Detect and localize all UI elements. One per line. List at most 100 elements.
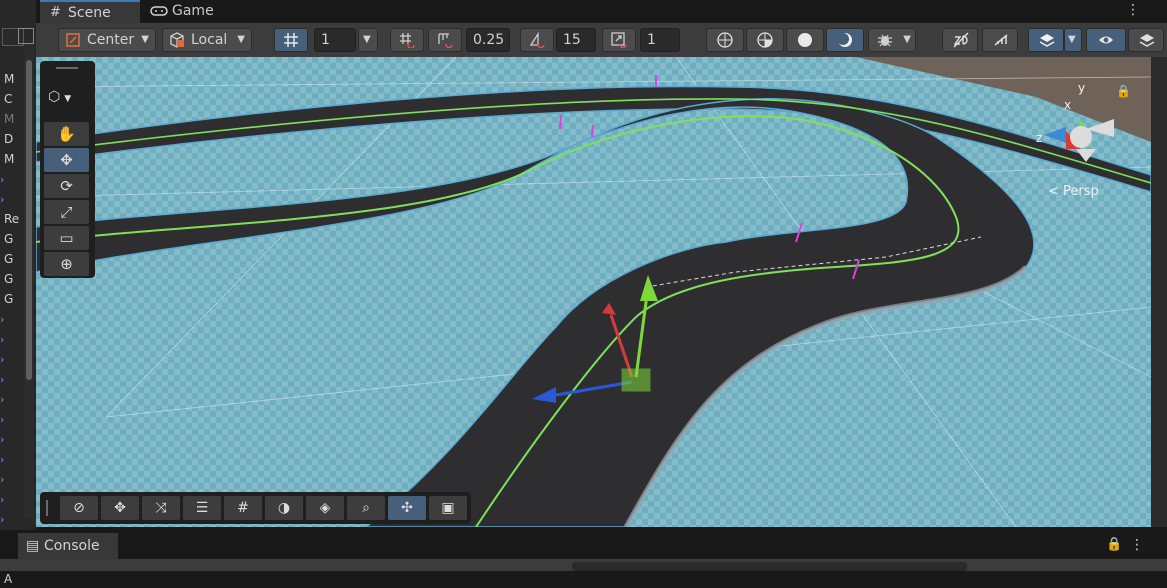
hierarchy-item[interactable]: Re <box>0 210 24 228</box>
rotate-tool-button[interactable]: ⟳ <box>44 174 89 198</box>
chevron-right-icon[interactable]: › <box>0 433 4 446</box>
spline-knot-button[interactable]: ✣ <box>388 496 426 520</box>
console-tab-bar: 🔒 ⋮ <box>0 533 1167 559</box>
spline-layers-button[interactable]: ◈ <box>306 496 344 520</box>
scene-visibility-toggle[interactable] <box>1086 28 1126 52</box>
overlay-drag-handle[interactable] <box>46 500 48 516</box>
hierarchy-item[interactable]: G <box>0 230 24 248</box>
increment-snap-toggle[interactable] <box>390 28 424 52</box>
chevron-right-icon[interactable]: › <box>0 453 4 466</box>
hierarchy-item[interactable]: M <box>0 150 24 168</box>
shaded-mode-button[interactable] <box>786 28 824 52</box>
unlit-mode-button[interactable] <box>826 28 864 52</box>
arrow-left-icon: < <box>1048 184 1064 199</box>
transform-tool-button[interactable]: ⊕ <box>44 252 89 276</box>
hierarchy-item[interactable]: D <box>0 130 24 148</box>
scene-viewport[interactable]: y x z 🔒 <box>36 57 1151 527</box>
hierarchy-item[interactable]: › <box>0 370 24 388</box>
hierarchy-item[interactable]: › <box>0 390 24 408</box>
spline-shading-button[interactable]: ◑ <box>265 496 303 520</box>
hierarchy-item-label: M <box>4 72 15 86</box>
spline-search-button[interactable]: ⌕ <box>347 496 385 520</box>
hierarchy-item[interactable]: M <box>0 110 24 128</box>
scene-scrollbar[interactable] <box>1151 57 1167 527</box>
spline-draw-button[interactable]: ⊘ <box>60 496 98 520</box>
chevron-down-icon: ▼ <box>237 34 245 45</box>
spline-grid-button[interactable]: # <box>224 496 262 520</box>
scale-tool-button[interactable]: ⤢ <box>44 200 89 224</box>
hierarchy-item[interactable]: G <box>0 270 24 288</box>
hierarchy-item[interactable]: › <box>0 190 24 208</box>
hierarchy-item[interactable]: G <box>0 250 24 268</box>
grid-snap-toggle[interactable] <box>274 28 308 52</box>
hierarchy-item[interactable]: › <box>0 310 24 328</box>
tab-game[interactable]: Game <box>142 0 262 23</box>
debug-draw-mode-dropdown[interactable]: ▼ <box>868 28 916 52</box>
overlay-drag-handle[interactable] <box>56 67 78 69</box>
effects-toggle-button[interactable] <box>1028 28 1064 52</box>
scene-canvas[interactable]: y x z 🔒 <box>36 57 1151 527</box>
tab-console[interactable]: ▤ Console <box>18 533 118 559</box>
chevron-right-icon[interactable]: › <box>0 173 4 186</box>
toggle-2d-button[interactable] <box>942 28 978 52</box>
chevron-right-icon[interactable]: › <box>0 313 4 326</box>
hierarchy-item-label: Re <box>4 212 20 226</box>
hierarchy-item[interactable]: › <box>0 450 24 468</box>
spline-tangent-button[interactable]: ⤨ <box>142 496 180 520</box>
hierarchy-item[interactable]: C <box>0 90 24 108</box>
hierarchy-item[interactable]: › <box>0 510 24 528</box>
projection-label[interactable]: < Persp <box>1048 184 1099 199</box>
chevron-right-icon[interactable]: › <box>0 353 4 366</box>
audio-toggle-button[interactable] <box>982 28 1018 52</box>
overlays-toggle-button[interactable] <box>1128 28 1164 52</box>
hand-tool-button[interactable]: ✋ <box>44 122 89 146</box>
hierarchy-item[interactable]: A <box>0 570 24 588</box>
move-snap-toggle[interactable] <box>428 28 462 52</box>
grid-size-dropdown[interactable]: ▼ <box>358 28 378 52</box>
grid-size-field[interactable]: 1 <box>314 28 356 52</box>
chevron-right-icon[interactable]: › <box>0 513 4 526</box>
chevron-right-icon[interactable]: › <box>0 193 4 206</box>
chevron-right-icon[interactable]: › <box>0 493 4 506</box>
spline-move-button[interactable]: ✥ <box>101 496 139 520</box>
hierarchy-expand-icon[interactable] <box>18 28 34 44</box>
hierarchy-item[interactable]: G <box>0 290 24 308</box>
effects-layers-icon <box>1039 34 1055 47</box>
spline-camera-button[interactable]: ▣ <box>429 496 467 520</box>
rotation-snap-field[interactable]: 15 <box>556 28 596 52</box>
chevron-right-icon[interactable]: › <box>0 393 4 406</box>
shaded-wireframe-mode-button[interactable] <box>746 28 784 52</box>
hierarchy-item[interactable]: › <box>0 350 24 368</box>
gizmo-lock-icon[interactable]: 🔒 <box>1116 84 1131 98</box>
hierarchy-item[interactable]: › <box>0 330 24 348</box>
chevron-right-icon[interactable]: › <box>0 333 4 346</box>
console-search-input[interactable] <box>572 562 967 571</box>
move-snap-field[interactable]: 0.25 <box>466 28 510 52</box>
chevron-right-icon[interactable]: › <box>0 413 4 426</box>
hierarchy-item[interactable]: › <box>0 170 24 188</box>
tab-menu-icon[interactable]: ⋮ <box>1126 2 1140 18</box>
wireframe-mode-button[interactable] <box>706 28 744 52</box>
move-tool-button[interactable]: ✥ <box>44 148 89 172</box>
chevron-right-icon[interactable]: › <box>0 473 4 486</box>
gizmo-plane-handle[interactable] <box>621 368 651 392</box>
hierarchy-item[interactable]: › <box>0 410 24 428</box>
hierarchy-item[interactable]: › <box>0 470 24 488</box>
chevron-right-icon[interactable]: › <box>0 373 4 386</box>
hierarchy-item[interactable]: M <box>0 70 24 88</box>
hierarchy-item[interactable]: › <box>0 490 24 508</box>
pivot-mode-dropdown[interactable]: Center ▼ <box>58 28 156 52</box>
tab-scene[interactable]: # Scene <box>40 0 140 23</box>
scale-snap-field[interactable]: 1 <box>640 28 680 52</box>
spline-align-button[interactable]: ☰ <box>183 496 221 520</box>
hierarchy-item[interactable]: › <box>0 430 24 448</box>
scale-snap-toggle[interactable] <box>602 28 636 52</box>
effects-dropdown[interactable]: ▼ <box>1064 28 1082 52</box>
panel-menu-icon[interactable]: ⋮ <box>1130 537 1144 553</box>
hierarchy-scrollbar-thumb[interactable] <box>26 60 32 380</box>
tool-context-dropdown[interactable]: ⬡ ▼ <box>48 89 71 105</box>
pivot-rotation-dropdown[interactable]: Local ▼ <box>162 28 252 52</box>
rotation-snap-toggle[interactable] <box>520 28 554 52</box>
rect-tool-button[interactable]: ▭ <box>44 226 89 250</box>
lock-icon[interactable]: 🔒 <box>1106 537 1122 552</box>
